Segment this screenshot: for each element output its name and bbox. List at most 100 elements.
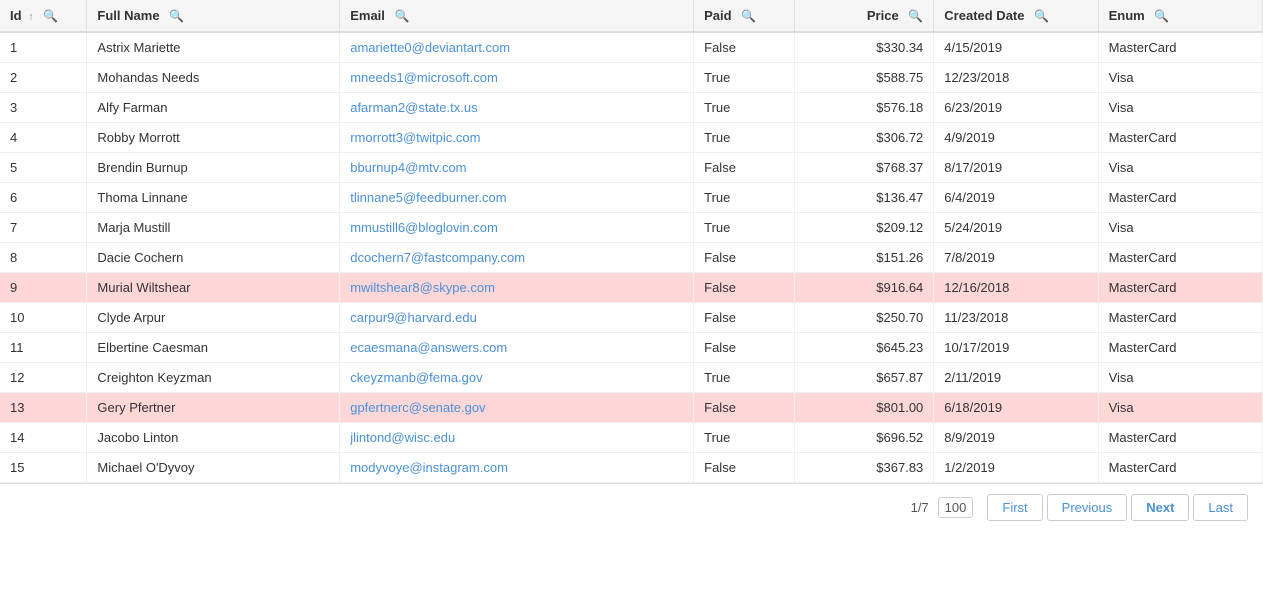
table-row[interactable]: 8Dacie Cocherndcochern7@fastcompany.comF… [0, 243, 1263, 273]
col-header-price[interactable]: Price 🔍 [795, 0, 934, 32]
table-cell: $657.87 [795, 363, 934, 393]
table-cell: True [694, 123, 795, 153]
table-cell: Creighton Keyzman [87, 363, 340, 393]
table-cell: Brendin Burnup [87, 153, 340, 183]
table-cell: $367.83 [795, 453, 934, 483]
table-row[interactable]: 2Mohandas Needsmneeds1@microsoft.comTrue… [0, 63, 1263, 93]
table-cell[interactable]: mwiltshear8@skype.com [340, 273, 694, 303]
table-row[interactable]: 15Michael O'Dyvoymodyvoye@instagram.comF… [0, 453, 1263, 483]
table-cell[interactable]: amariette0@deviantart.com [340, 32, 694, 63]
email-link[interactable]: modyvoye@instagram.com [350, 460, 508, 475]
table-cell: 4/9/2019 [934, 123, 1098, 153]
col-header-fullname[interactable]: Full Name 🔍 [87, 0, 340, 32]
email-link[interactable]: gpfertnerc@senate.gov [350, 400, 485, 415]
table-row[interactable]: 11Elbertine Caesmanecaesmana@answers.com… [0, 333, 1263, 363]
table-row[interactable]: 4Robby Morrottrmorrott3@twitpic.comTrue$… [0, 123, 1263, 153]
table-cell[interactable]: jlintond@wisc.edu [340, 423, 694, 453]
table-cell: 8/17/2019 [934, 153, 1098, 183]
pagination-bar: 1/7 100 First Previous Next Last [0, 483, 1263, 531]
table-cell: Michael O'Dyvoy [87, 453, 340, 483]
table-row[interactable]: 12Creighton Keyzmanckeyzmanb@fema.govTru… [0, 363, 1263, 393]
table-cell[interactable]: afarman2@state.tx.us [340, 93, 694, 123]
email-link[interactable]: dcochern7@fastcompany.com [350, 250, 525, 265]
table-cell: 4/15/2019 [934, 32, 1098, 63]
col-label-enum: Enum [1109, 8, 1145, 23]
table-row[interactable]: 10Clyde Arpurcarpur9@harvard.eduFalse$25… [0, 303, 1263, 333]
email-link[interactable]: mneeds1@microsoft.com [350, 70, 498, 85]
table-cell[interactable]: mneeds1@microsoft.com [340, 63, 694, 93]
table-cell: 6 [0, 183, 87, 213]
first-button[interactable]: First [987, 494, 1042, 521]
email-link[interactable]: mmustill6@bloglovin.com [350, 220, 498, 235]
sort-icon-id[interactable]: ↑ [28, 11, 34, 23]
table-cell[interactable]: dcochern7@fastcompany.com [340, 243, 694, 273]
col-label-paid: Paid [704, 8, 731, 23]
page-size[interactable]: 100 [938, 497, 974, 518]
table-cell[interactable]: ckeyzmanb@fema.gov [340, 363, 694, 393]
table-cell: $330.34 [795, 32, 934, 63]
table-cell[interactable]: carpur9@harvard.edu [340, 303, 694, 333]
table-cell: MasterCard [1098, 183, 1262, 213]
email-link[interactable]: mwiltshear8@skype.com [350, 280, 495, 295]
table-cell: Jacobo Linton [87, 423, 340, 453]
table-cell: Visa [1098, 393, 1262, 423]
col-header-enum[interactable]: Enum 🔍 [1098, 0, 1262, 32]
email-link[interactable]: rmorrott3@twitpic.com [350, 130, 480, 145]
email-link[interactable]: ckeyzmanb@fema.gov [350, 370, 482, 385]
table-cell: $209.12 [795, 213, 934, 243]
table-cell: Mohandas Needs [87, 63, 340, 93]
table-cell[interactable]: bburnup4@mtv.com [340, 153, 694, 183]
previous-button[interactable]: Previous [1047, 494, 1128, 521]
table-cell: $801.00 [795, 393, 934, 423]
table-cell[interactable]: mmustill6@bloglovin.com [340, 213, 694, 243]
table-cell: 5 [0, 153, 87, 183]
email-link[interactable]: ecaesmana@answers.com [350, 340, 507, 355]
table-cell: 12 [0, 363, 87, 393]
table-cell: 11/23/2018 [934, 303, 1098, 333]
table-cell: 13 [0, 393, 87, 423]
search-icon-email[interactable]: 🔍 [395, 9, 410, 23]
search-icon-enum[interactable]: 🔍 [1154, 9, 1169, 23]
col-header-paid[interactable]: Paid 🔍 [694, 0, 795, 32]
col-header-createddate[interactable]: Created Date 🔍 [934, 0, 1098, 32]
table-row[interactable]: 3Alfy Farmanafarman2@state.tx.usTrue$576… [0, 93, 1263, 123]
table-cell: 2/11/2019 [934, 363, 1098, 393]
table-cell[interactable]: gpfertnerc@senate.gov [340, 393, 694, 423]
table-cell: True [694, 183, 795, 213]
table-cell: True [694, 213, 795, 243]
email-link[interactable]: tlinnane5@feedburner.com [350, 190, 506, 205]
table-cell[interactable]: ecaesmana@answers.com [340, 333, 694, 363]
search-icon-fullname[interactable]: 🔍 [169, 9, 184, 23]
search-icon-paid[interactable]: 🔍 [741, 9, 756, 23]
table-cell: 7/8/2019 [934, 243, 1098, 273]
email-link[interactable]: jlintond@wisc.edu [350, 430, 455, 445]
table-cell[interactable]: rmorrott3@twitpic.com [340, 123, 694, 153]
table-cell: MasterCard [1098, 123, 1262, 153]
table-cell: False [694, 273, 795, 303]
table-cell: 4 [0, 123, 87, 153]
table-cell[interactable]: modyvoye@instagram.com [340, 453, 694, 483]
col-header-email[interactable]: Email 🔍 [340, 0, 694, 32]
table-cell[interactable]: tlinnane5@feedburner.com [340, 183, 694, 213]
email-link[interactable]: carpur9@harvard.edu [350, 310, 477, 325]
table-cell: 2 [0, 63, 87, 93]
table-row[interactable]: 9Murial Wiltshearmwiltshear8@skype.comFa… [0, 273, 1263, 303]
table-row[interactable]: 5Brendin Burnupbburnup4@mtv.comFalse$768… [0, 153, 1263, 183]
next-button[interactable]: Next [1131, 494, 1189, 521]
col-header-id[interactable]: Id ↑ 🔍 [0, 0, 87, 32]
email-link[interactable]: amariette0@deviantart.com [350, 40, 510, 55]
email-link[interactable]: afarman2@state.tx.us [350, 100, 477, 115]
table-cell: $768.37 [795, 153, 934, 183]
search-icon-id[interactable]: 🔍 [43, 9, 58, 23]
search-icon-createddate[interactable]: 🔍 [1034, 9, 1049, 23]
table-cell: 15 [0, 453, 87, 483]
table-row[interactable]: 6Thoma Linnanetlinnane5@feedburner.comTr… [0, 183, 1263, 213]
search-icon-price[interactable]: 🔍 [908, 9, 923, 23]
table-row[interactable]: 7Marja Mustillmmustill6@bloglovin.comTru… [0, 213, 1263, 243]
table-cell: Visa [1098, 93, 1262, 123]
last-button[interactable]: Last [1193, 494, 1248, 521]
table-row[interactable]: 13Gery Pfertnergpfertnerc@senate.govFals… [0, 393, 1263, 423]
table-row[interactable]: 1Astrix Marietteamariette0@deviantart.co… [0, 32, 1263, 63]
email-link[interactable]: bburnup4@mtv.com [350, 160, 466, 175]
table-row[interactable]: 14Jacobo Lintonjlintond@wisc.eduTrue$696… [0, 423, 1263, 453]
